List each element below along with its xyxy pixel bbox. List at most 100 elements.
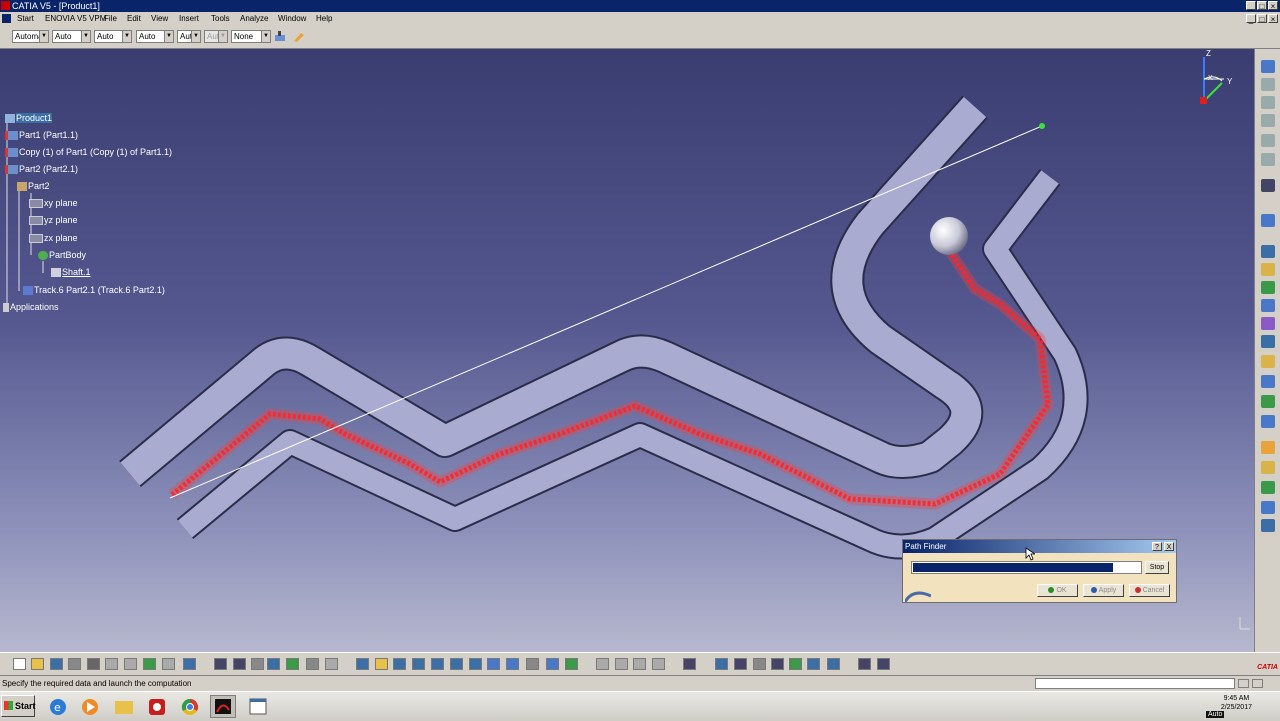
right-toolbar-tool-icon[interactable] [1261, 441, 1275, 454]
right-toolbar-tool-icon[interactable] [1261, 395, 1275, 408]
bottom-toolbar-tool-icon[interactable] [450, 658, 463, 670]
bottom-toolbar-tool-icon[interactable] [807, 658, 820, 670]
taskbar-ie-icon[interactable]: e [45, 695, 71, 718]
bottom-toolbar-tool-icon[interactable] [771, 658, 784, 670]
bottom-toolbar-tool-icon[interactable] [412, 658, 425, 670]
menu-enovia[interactable]: ENOVIA V5 VPM [45, 12, 106, 25]
bottom-toolbar-tool-icon[interactable] [31, 658, 44, 670]
bottom-toolbar-tool-icon[interactable] [356, 658, 369, 670]
right-toolbar-tool-icon[interactable] [1261, 78, 1275, 91]
close-button[interactable]: × [1268, 1, 1278, 11]
bottom-toolbar-tool-icon[interactable] [251, 658, 264, 670]
menu-file[interactable]: File [104, 12, 117, 25]
layer-combo[interactable]: None ▼ [231, 30, 271, 43]
bottom-toolbar-tool-icon[interactable] [789, 658, 802, 670]
bottom-toolbar-tool-icon[interactable] [286, 658, 299, 670]
bottom-toolbar-tool-icon[interactable] [469, 658, 482, 670]
right-toolbar-tool-icon[interactable] [1261, 335, 1275, 348]
shaft-sphere[interactable] [930, 217, 968, 255]
right-toolbar-tool-icon[interactable] [1261, 317, 1275, 330]
line-type-combo[interactable]: Auto ▼ [136, 30, 174, 43]
bottom-toolbar-tool-icon[interactable] [183, 658, 196, 670]
menu-edit[interactable]: Edit [127, 12, 141, 25]
status-field-button-2[interactable] [1252, 679, 1263, 688]
system-clock[interactable]: 9:45 AM 2/25/2017 [1221, 694, 1252, 712]
doc-restore-button[interactable]: □ [1257, 14, 1267, 24]
bottom-toolbar-tool-icon[interactable] [487, 658, 500, 670]
tree-node-track6[interactable]: Track.6 Part2.1 (Track.6 Part2.1) [17, 285, 165, 296]
bottom-toolbar-tool-icon[interactable] [267, 658, 280, 670]
stop-button[interactable]: Stop [1145, 561, 1169, 574]
bottom-toolbar-tool-icon[interactable] [506, 658, 519, 670]
menu-analyze[interactable]: Analyze [240, 12, 268, 25]
right-toolbar-tool-icon[interactable] [1261, 179, 1275, 192]
right-toolbar-tool-icon[interactable] [1261, 245, 1275, 258]
menu-insert[interactable]: Insert [179, 12, 199, 25]
cancel-button[interactable]: Cancel [1129, 584, 1170, 597]
taskbar-media-icon[interactable] [77, 695, 103, 718]
layer-combo-disabled[interactable]: Aut ▼ [204, 30, 228, 43]
tree-node-part2-instance[interactable]: Part2 (Part2.1) [5, 164, 78, 175]
bottom-toolbar-tool-icon[interactable] [858, 658, 871, 670]
bottom-toolbar-tool-icon[interactable] [162, 658, 175, 670]
right-toolbar-tool-icon[interactable] [1261, 355, 1275, 368]
bottom-toolbar-tool-icon[interactable] [652, 658, 665, 670]
bottom-toolbar-tool-icon[interactable] [393, 658, 406, 670]
start-button[interactable]: Start [1, 695, 36, 717]
tree-node-zx-plane[interactable]: zx plane [29, 233, 78, 244]
right-toolbar-tool-icon[interactable] [1261, 263, 1275, 276]
menu-tools[interactable]: Tools [211, 12, 230, 25]
menu-view[interactable]: View [151, 12, 168, 25]
format-painter-icon[interactable] [292, 30, 306, 43]
right-toolbar-tool-icon[interactable] [1261, 114, 1275, 127]
menu-help[interactable]: Help [316, 12, 332, 25]
bottom-toolbar-tool-icon[interactable] [306, 658, 319, 670]
bottom-toolbar-tool-icon[interactable] [633, 658, 646, 670]
taskbar-folder-icon[interactable] [111, 695, 137, 718]
tree-node-part2[interactable]: Part2 [17, 181, 50, 192]
right-toolbar-tool-icon[interactable] [1261, 461, 1275, 474]
bottom-toolbar-tool-icon[interactable] [827, 658, 840, 670]
apply-button[interactable]: Apply [1083, 584, 1124, 597]
bottom-toolbar-tool-icon[interactable] [13, 658, 26, 670]
maximize-button[interactable]: □ [1257, 1, 1267, 11]
color-combo[interactable]: Automa ▼ [12, 30, 49, 43]
dialog-title-bar[interactable]: Path Finder [903, 540, 1176, 553]
tree-node-yz-plane[interactable]: yz plane [29, 215, 78, 226]
minimize-button[interactable]: _ [1246, 1, 1256, 11]
bottom-toolbar-tool-icon[interactable] [325, 658, 338, 670]
menu-start[interactable]: Start [17, 12, 34, 25]
bottom-toolbar-tool-icon[interactable] [124, 658, 137, 670]
bottom-toolbar-tool-icon[interactable] [546, 658, 559, 670]
right-toolbar-tool-icon[interactable] [1261, 281, 1275, 294]
right-toolbar-tool-icon[interactable] [1261, 134, 1275, 147]
tree-node-part1[interactable]: Part1 (Part1.1) [5, 130, 78, 141]
bottom-toolbar-tool-icon[interactable] [68, 658, 81, 670]
bottom-toolbar-tool-icon[interactable] [431, 658, 444, 670]
tree-node-partbody[interactable]: PartBody [29, 250, 86, 261]
doc-close-button[interactable]: × [1268, 14, 1278, 24]
bottom-toolbar-tool-icon[interactable] [683, 658, 696, 670]
status-field-button[interactable] [1238, 679, 1249, 688]
bottom-toolbar-tool-icon[interactable] [233, 658, 246, 670]
bottom-toolbar-tool-icon[interactable] [526, 658, 539, 670]
right-toolbar-tool-icon[interactable] [1261, 299, 1275, 312]
bottom-toolbar-tool-icon[interactable] [50, 658, 63, 670]
taskbar-catia-icon[interactable] [210, 695, 236, 718]
right-toolbar-tool-icon[interactable] [1261, 153, 1275, 166]
bottom-toolbar-tool-icon[interactable] [87, 658, 100, 670]
right-toolbar-tool-icon[interactable] [1261, 214, 1275, 227]
bottom-toolbar-tool-icon[interactable] [565, 658, 578, 670]
point-type-combo[interactable]: Aut ▼ [177, 30, 201, 43]
bottom-toolbar-tool-icon[interactable] [615, 658, 628, 670]
right-toolbar-tool-icon[interactable] [1261, 415, 1275, 428]
bottom-toolbar-tool-icon[interactable] [214, 658, 227, 670]
bottom-toolbar-tool-icon[interactable] [877, 658, 890, 670]
tree-node-xy-plane[interactable]: xy plane [29, 198, 78, 209]
tree-node-shaft1[interactable]: Shaft.1 [41, 267, 91, 278]
ok-button[interactable]: OK [1037, 584, 1078, 597]
right-toolbar-tool-icon[interactable] [1261, 519, 1275, 532]
line-thickness-combo[interactable]: Auto ▼ [94, 30, 132, 43]
painter-icon[interactable] [273, 30, 287, 43]
bottom-toolbar-tool-icon[interactable] [375, 658, 388, 670]
